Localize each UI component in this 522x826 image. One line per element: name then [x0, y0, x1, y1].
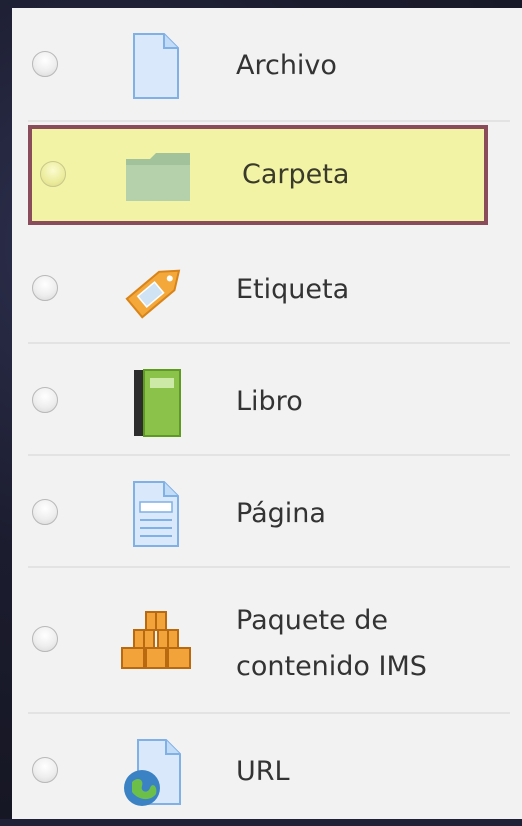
radio-pagina[interactable] [32, 499, 58, 525]
activity-option-archivo[interactable]: Archivo [28, 8, 510, 120]
radio-libro[interactable] [32, 387, 58, 413]
radio-paquete-ims[interactable] [32, 626, 58, 652]
radio-carpeta[interactable] [40, 161, 66, 187]
file-icon [120, 30, 192, 102]
book-icon [120, 366, 192, 438]
tag-icon [120, 254, 192, 326]
radio-etiqueta[interactable] [32, 275, 58, 301]
activity-option-etiqueta[interactable]: Etiqueta [28, 232, 510, 344]
activity-option-libro[interactable]: Libro [28, 344, 510, 456]
activity-option-pagina[interactable]: Página [28, 456, 510, 568]
activity-option-url[interactable]: URL [28, 714, 510, 826]
activity-label: Página [236, 498, 326, 529]
divider [28, 120, 510, 122]
activity-label: URL [236, 756, 290, 787]
activity-label: Etiqueta [236, 274, 350, 305]
activity-label: Archivo [236, 50, 337, 81]
activity-label: Libro [236, 386, 303, 417]
activity-option-paquete-ims[interactable]: Paquete de contenido IMS [28, 568, 510, 714]
page-icon [120, 478, 192, 550]
radio-archivo[interactable] [32, 51, 58, 77]
activity-option-carpeta[interactable]: Carpeta [28, 125, 488, 225]
package-icon [120, 604, 192, 676]
activity-label: Paquete de contenido IMS [236, 605, 427, 682]
radio-url[interactable] [32, 757, 58, 783]
folder-icon [122, 139, 194, 211]
activity-label: Carpeta [242, 159, 350, 190]
url-icon [120, 736, 192, 808]
